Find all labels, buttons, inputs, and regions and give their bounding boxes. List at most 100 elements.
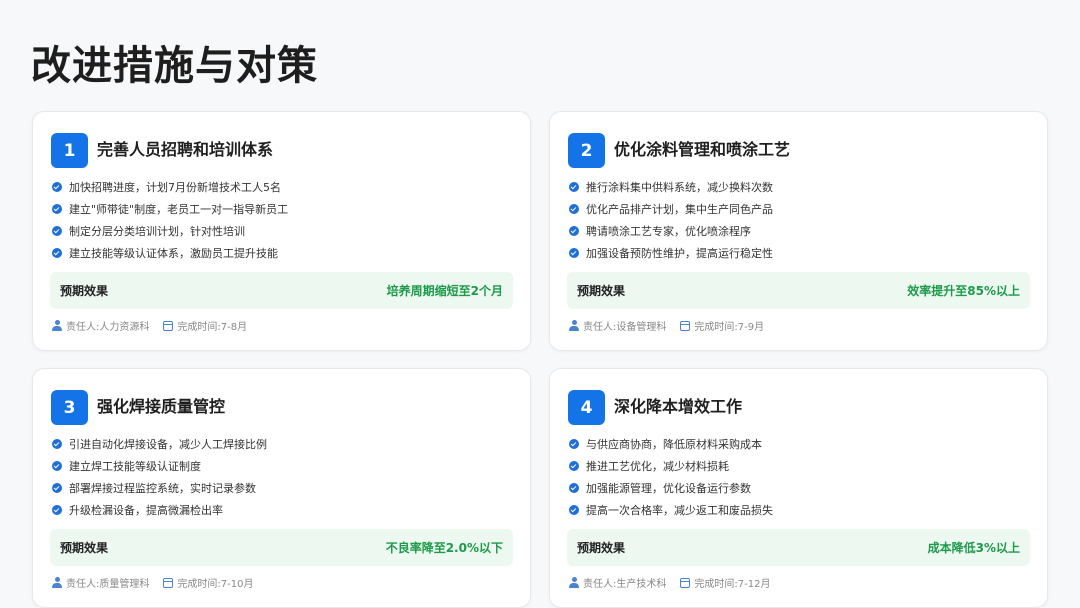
calendar-icon [680, 577, 691, 588]
list-item-text: 聘请喷涂工艺专家，优化喷涂程序 [586, 225, 751, 238]
owner-text: 责任人:设备管理科 [583, 322, 667, 333]
effect-label: 预期效果 [60, 541, 109, 555]
list-item: 制定分层分类培训计划，针对性培训 [52, 220, 516, 242]
owner-info: 责任人:质量管理科 [52, 575, 149, 590]
list-item: 推进工艺优化，减少材料损耗 [569, 455, 1033, 477]
list-item: 提高一次合格率，减少返工和废品损失 [569, 499, 1033, 521]
card-title: 深化降本增效工作 [614, 397, 743, 416]
list-item-text: 推行涂料集中供料系统，减少换料次数 [586, 181, 773, 194]
deadline-text: 完成时间:7-9月 [694, 322, 765, 333]
deadline-text: 完成时间:7-8月 [177, 322, 248, 333]
list-item: 引进自动化焊接设备，减少人工焊接比例 [52, 433, 516, 455]
measure-card-1: 1 完善人员招聘和培训体系 加快招聘进度，计划7月份新增技术工人5名 建立"师带… [32, 111, 531, 351]
list-item: 优化产品排产计划，集中生产同色产品 [569, 198, 1033, 220]
check-circle-icon [569, 226, 579, 236]
owner-text: 责任人:质量管理科 [66, 579, 150, 590]
effect-value: 效率提升至85%以上 [907, 284, 1020, 298]
deadline-info: 完成时间:7-9月 [680, 318, 764, 333]
card-title: 完善人员招聘和培训体系 [97, 140, 274, 159]
card-number-badge: 3 [51, 390, 88, 425]
list-item: 建立焊工技能等级认证制度 [52, 455, 516, 477]
list-item-text: 加强设备预防性维护，提高运行稳定性 [586, 247, 773, 260]
owner-text: 责任人:生产技术科 [583, 579, 667, 590]
list-item-text: 提高一次合格率，减少返工和废品损失 [586, 504, 773, 517]
check-circle-icon [569, 182, 579, 192]
calendar-icon [163, 320, 174, 331]
check-circle-icon [569, 204, 579, 214]
list-item-text: 推进工艺优化，减少材料损耗 [586, 460, 729, 473]
card-number-badge: 4 [568, 390, 605, 425]
card-title: 优化涂料管理和喷涂工艺 [614, 140, 791, 159]
calendar-icon [163, 577, 174, 588]
check-circle-icon [569, 505, 579, 515]
deadline-text: 完成时间:7-10月 [177, 579, 254, 590]
person-icon [569, 577, 579, 588]
card-meta: 责任人:生产技术科 完成时间:7-12月 [569, 575, 784, 590]
bullet-list: 加快招聘进度，计划7月份新增技术工人5名 建立"师带徒"制度，老员工一对一指导新… [52, 176, 516, 264]
expected-effect-box: 预期效果 培养周期缩短至2个月 [50, 272, 513, 309]
list-item-text: 加快招聘进度，计划7月份新增技术工人5名 [69, 181, 281, 194]
expected-effect-box: 预期效果 成本降低3%以上 [567, 529, 1030, 566]
deadline-info: 完成时间:7-8月 [163, 318, 247, 333]
list-item-text: 升级检漏设备，提高微漏检出率 [69, 504, 223, 517]
person-icon [52, 320, 62, 331]
bullet-list: 推行涂料集中供料系统，减少换料次数 优化产品排产计划，集中生产同色产品 聘请喷涂… [569, 176, 1033, 264]
owner-info: 责任人:生产技术科 [569, 575, 666, 590]
owner-info: 责任人:人力资源科 [52, 318, 149, 333]
card-meta: 责任人:质量管理科 完成时间:7-10月 [52, 575, 267, 590]
owner-text: 责任人:人力资源科 [66, 322, 150, 333]
list-item-text: 建立"师带徒"制度，老员工一对一指导新员工 [69, 203, 289, 216]
calendar-icon [680, 320, 691, 331]
person-icon [569, 320, 579, 331]
list-item: 部署焊接过程监控系统，实时记录参数 [52, 477, 516, 499]
card-number-badge: 1 [51, 133, 88, 168]
check-circle-icon [52, 226, 62, 236]
card-meta: 责任人:设备管理科 完成时间:7-9月 [569, 318, 778, 333]
list-item: 建立技能等级认证体系，激励员工提升技能 [52, 242, 516, 264]
check-circle-icon [569, 248, 579, 258]
page-title: 改进措施与对策 [31, 43, 318, 89]
expected-effect-box: 预期效果 不良率降至2.0%以下 [50, 529, 513, 566]
list-item-text: 建立焊工技能等级认证制度 [69, 460, 201, 473]
list-item: 加强设备预防性维护，提高运行稳定性 [569, 242, 1033, 264]
effect-value: 不良率降至2.0%以下 [385, 541, 503, 555]
effect-value: 培养周期缩短至2个月 [386, 284, 503, 298]
check-circle-icon [52, 248, 62, 258]
check-circle-icon [52, 204, 62, 214]
card-number-badge: 2 [568, 133, 605, 168]
measure-card-2: 2 优化涂料管理和喷涂工艺 推行涂料集中供料系统，减少换料次数 优化产品排产计划… [549, 111, 1048, 351]
deadline-info: 完成时间:7-10月 [163, 575, 253, 590]
person-icon [52, 577, 62, 588]
list-item-text: 建立技能等级认证体系，激励员工提升技能 [69, 247, 278, 260]
list-item: 推行涂料集中供料系统，减少换料次数 [569, 176, 1033, 198]
bullet-list: 引进自动化焊接设备，减少人工焊接比例 建立焊工技能等级认证制度 部署焊接过程监控… [52, 433, 516, 521]
list-item-text: 引进自动化焊接设备，减少人工焊接比例 [69, 438, 267, 451]
effect-label: 预期效果 [60, 284, 109, 298]
card-title: 强化焊接质量管控 [97, 397, 226, 416]
deadline-info: 完成时间:7-12月 [680, 575, 770, 590]
list-item-text: 制定分层分类培训计划，针对性培训 [69, 225, 245, 238]
check-circle-icon [569, 439, 579, 449]
check-circle-icon [52, 483, 62, 493]
list-item: 与供应商协商，降低原材料采购成本 [569, 433, 1033, 455]
owner-info: 责任人:设备管理科 [569, 318, 666, 333]
list-item: 建立"师带徒"制度，老员工一对一指导新员工 [52, 198, 516, 220]
check-circle-icon [569, 461, 579, 471]
check-circle-icon [52, 439, 62, 449]
list-item: 加快招聘进度，计划7月份新增技术工人5名 [52, 176, 516, 198]
check-circle-icon [569, 483, 579, 493]
card-meta: 责任人:人力资源科 完成时间:7-8月 [52, 318, 261, 333]
effect-label: 预期效果 [577, 541, 626, 555]
expected-effect-box: 预期效果 效率提升至85%以上 [567, 272, 1030, 309]
list-item-text: 优化产品排产计划，集中生产同色产品 [586, 203, 773, 216]
effect-value: 成本降低3%以上 [927, 541, 1020, 555]
bullet-list: 与供应商协商，降低原材料采购成本 推进工艺优化，减少材料损耗 加强能源管理，优化… [569, 433, 1033, 521]
check-circle-icon [52, 182, 62, 192]
list-item-text: 与供应商协商，降低原材料采购成本 [586, 438, 762, 451]
measure-card-4: 4 深化降本增效工作 与供应商协商，降低原材料采购成本 推进工艺优化，减少材料损… [549, 368, 1048, 608]
effect-label: 预期效果 [577, 284, 626, 298]
list-item: 聘请喷涂工艺专家，优化喷涂程序 [569, 220, 1033, 242]
check-circle-icon [52, 461, 62, 471]
deadline-text: 完成时间:7-12月 [694, 579, 771, 590]
check-circle-icon [52, 505, 62, 515]
